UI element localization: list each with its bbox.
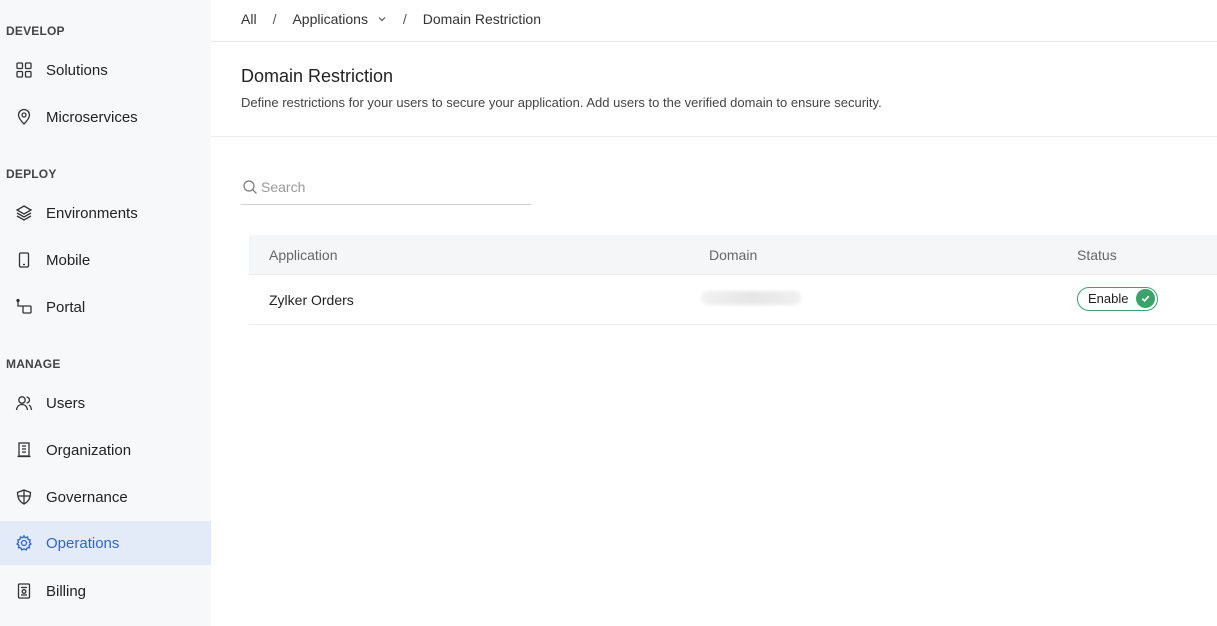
receipt-icon bbox=[14, 581, 34, 601]
sidebar-item-label: Organization bbox=[46, 441, 132, 459]
sidebar-item-label: Billing bbox=[46, 582, 87, 600]
section-label-develop: DEVELOP bbox=[6, 24, 65, 38]
sidebar-item-label: Users bbox=[46, 394, 86, 412]
gear-icon bbox=[14, 533, 34, 553]
sidebar-item-organization[interactable]: Organization bbox=[0, 428, 211, 472]
cell-application: Zylker Orders bbox=[269, 291, 354, 308]
column-header-domain: Domain bbox=[709, 246, 758, 263]
sidebar-item-operations[interactable]: Operations bbox=[0, 521, 211, 565]
sidebar-item-label: Governance bbox=[46, 488, 128, 506]
sidebar-item-governance[interactable]: Governance bbox=[0, 475, 211, 519]
column-header-status: Status bbox=[1077, 246, 1117, 263]
column-header-application: Application bbox=[269, 246, 338, 263]
sidebar-item-portal[interactable]: Portal bbox=[0, 285, 211, 329]
breadcrumb-applications-label: Applications bbox=[292, 11, 368, 27]
status-toggle[interactable]: Enable bbox=[1077, 286, 1159, 311]
search-icon bbox=[243, 180, 257, 194]
search-box bbox=[241, 170, 531, 205]
page-description: Define restrictions for your users to se… bbox=[241, 95, 882, 110]
building-icon bbox=[14, 440, 34, 460]
search-input[interactable] bbox=[261, 179, 521, 195]
divider bbox=[211, 136, 1217, 137]
chevron-down-icon bbox=[378, 17, 386, 22]
table-row[interactable]: Zylker Orders Enable bbox=[249, 275, 1217, 325]
breadcrumb: All / Applications / Domain Restriction bbox=[241, 10, 541, 28]
check-icon bbox=[1136, 289, 1156, 308]
sidebar: DEVELOP Solutions Microservices DEPLOY E… bbox=[0, 0, 211, 626]
sidebar-item-microservices[interactable]: Microservices bbox=[0, 95, 211, 139]
sidebar-item-label: Mobile bbox=[46, 251, 91, 269]
sidebar-item-mobile[interactable]: Mobile bbox=[0, 238, 211, 282]
portal-icon bbox=[14, 297, 34, 317]
cell-status: Enable bbox=[1077, 286, 1217, 311]
section-label-deploy: DEPLOY bbox=[6, 167, 57, 181]
domain-restriction-table: Application Domain Status Zylker Orders … bbox=[249, 235, 1217, 325]
sidebar-item-environments[interactable]: Environments bbox=[0, 191, 211, 235]
breadcrumb-all[interactable]: All bbox=[241, 11, 257, 27]
sidebar-item-label: Portal bbox=[46, 298, 86, 316]
phone-icon bbox=[14, 250, 34, 270]
cell-domain bbox=[701, 291, 1077, 308]
breadcrumb-current: Domain Restriction bbox=[422, 11, 541, 27]
divider bbox=[211, 41, 1217, 42]
sidebar-item-solutions[interactable]: Solutions bbox=[0, 48, 211, 92]
users-icon bbox=[14, 393, 34, 413]
redacted-domain bbox=[701, 291, 801, 305]
layers-icon bbox=[14, 203, 34, 223]
grid-icon bbox=[14, 60, 34, 80]
status-toggle-label: Enable bbox=[1088, 291, 1129, 306]
breadcrumb-applications[interactable]: Applications bbox=[292, 11, 386, 27]
sidebar-item-label: Operations bbox=[46, 534, 120, 552]
sidebar-item-label: Solutions bbox=[46, 61, 108, 79]
shield-icon bbox=[14, 487, 34, 507]
map-pin-icon bbox=[14, 107, 34, 127]
sidebar-item-users[interactable]: Users bbox=[0, 381, 211, 425]
page-title: Domain Restriction bbox=[241, 66, 394, 86]
sidebar-item-label: Environments bbox=[46, 204, 138, 222]
breadcrumb-separator: / bbox=[272, 11, 277, 27]
section-label-manage: MANAGE bbox=[6, 357, 61, 371]
main-content: All / Applications / Domain Restriction … bbox=[211, 0, 1217, 626]
sidebar-item-billing[interactable]: Billing bbox=[0, 569, 211, 613]
breadcrumb-separator: / bbox=[402, 11, 407, 27]
sidebar-item-label: Microservices bbox=[46, 108, 138, 126]
table-header: Application Domain Status bbox=[249, 235, 1217, 275]
